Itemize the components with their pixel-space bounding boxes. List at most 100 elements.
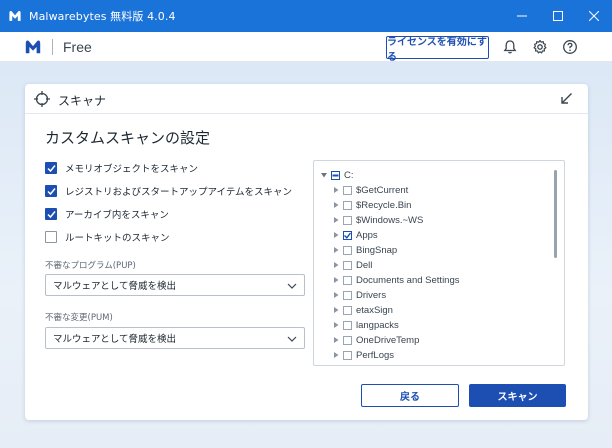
- window-titlebar: Malwarebytes 無料版 4.0.4: [0, 0, 612, 32]
- malwarebytes-logo-icon: [25, 40, 41, 53]
- pum-select[interactable]: マルウェアとして脅威を検出: [45, 327, 305, 349]
- tree-item-label: OneDriveTemp: [356, 334, 420, 346]
- tree-folder-row[interactable]: PerfLogs: [332, 348, 394, 362]
- folder-checkbox[interactable]: [343, 350, 352, 360]
- chevron-down-icon: [287, 283, 297, 289]
- folder-checkbox[interactable]: [343, 200, 352, 210]
- tree-folder-row[interactable]: etaxSign: [332, 303, 393, 317]
- collapsed-arrow-icon[interactable]: [332, 216, 340, 224]
- collapsed-arrow-icon[interactable]: [332, 336, 340, 344]
- folder-checkbox[interactable]: [343, 260, 352, 270]
- tree-scrollbar-thumb[interactable]: [554, 170, 557, 258]
- checkmark-icon: [46, 187, 56, 195]
- folder-checkbox[interactable]: [343, 320, 352, 330]
- crosshair-icon: [34, 91, 50, 107]
- folder-checkbox[interactable]: [343, 215, 352, 225]
- activate-license-button[interactable]: ライセンスを有効にする: [386, 36, 489, 63]
- collapse-arrow-icon[interactable]: [560, 92, 573, 105]
- maximize-button[interactable]: [540, 0, 576, 32]
- folder-checkbox[interactable]: [343, 245, 352, 255]
- folder-checkbox[interactable]: [343, 230, 352, 240]
- folder-checkbox[interactable]: [343, 290, 352, 300]
- tree-folder-row[interactable]: Dell: [332, 258, 372, 272]
- checkbox[interactable]: [45, 231, 57, 243]
- collapsed-arrow-icon[interactable]: [332, 276, 340, 284]
- checkmark-icon: [46, 210, 56, 218]
- pum-label: 不審な変更(PUM): [45, 313, 113, 323]
- option-rootkits[interactable]: ルートキットのスキャン: [45, 229, 170, 245]
- option-registry-startup[interactable]: レジストリおよびスタートアップアイテムをスキャン: [45, 183, 292, 199]
- minimize-button[interactable]: [504, 0, 540, 32]
- pup-select-value: マルウェアとして脅威を検出: [53, 281, 177, 292]
- tree-folder-row[interactable]: Documents and Settings: [332, 273, 460, 287]
- tree-item-label: Documents and Settings: [356, 274, 460, 286]
- folder-checkbox[interactable]: [343, 335, 352, 345]
- tree-item-label: $Recycle.Bin: [356, 199, 412, 211]
- gear-icon[interactable]: [532, 39, 548, 55]
- option-label: メモリオブジェクトをスキャン: [65, 164, 199, 175]
- edition-label: Free: [63, 38, 92, 55]
- collapsed-arrow-icon[interactable]: [332, 186, 340, 194]
- tree-item-label: Dell: [356, 259, 373, 271]
- tree-root-row[interactable]: C:: [320, 168, 354, 182]
- custom-scan-card: スキャナ カスタムスキャンの設定 メモリオブジェクトをスキャン レジストリおよび…: [25, 84, 588, 420]
- collapsed-arrow-icon[interactable]: [332, 261, 340, 269]
- collapsed-arrow-icon[interactable]: [332, 231, 340, 239]
- folder-checkbox[interactable]: [343, 185, 352, 195]
- option-label: アーカイブ内をスキャン: [65, 210, 169, 221]
- tree-item-label: BingSnap: [356, 244, 398, 256]
- tree-item-label: langpacks: [356, 319, 399, 331]
- option-archives[interactable]: アーカイブ内をスキャン: [45, 206, 169, 222]
- collapsed-arrow-icon[interactable]: [332, 321, 340, 329]
- card-header: スキャナ: [25, 84, 588, 114]
- folder-checkbox[interactable]: [343, 275, 352, 285]
- card-title: スキャナ: [58, 94, 107, 108]
- pup-select[interactable]: マルウェアとして脅威を検出: [45, 274, 305, 296]
- close-icon: [589, 11, 599, 21]
- tree-folder-row[interactable]: langpacks: [332, 318, 399, 332]
- option-memory-objects[interactable]: メモリオブジェクトをスキャン: [45, 160, 198, 176]
- folder-tree[interactable]: C: $GetCurrent $Recycle.Bin $Windows.~WS Ap…: [313, 160, 565, 366]
- tree-folder-row[interactable]: $GetCurrent: [332, 183, 408, 197]
- tree-folder-row[interactable]: BingSnap: [332, 243, 397, 257]
- expanded-arrow-icon[interactable]: [320, 171, 328, 179]
- checkbox[interactable]: [45, 208, 57, 220]
- window-controls: [504, 0, 612, 32]
- collapsed-arrow-icon[interactable]: [332, 351, 340, 359]
- pum-select-value: マルウェアとして脅威を検出: [53, 334, 177, 345]
- malwarebytes-logo-icon: [9, 10, 21, 21]
- tree-item-label: C:: [344, 169, 354, 181]
- bell-icon[interactable]: [502, 39, 518, 55]
- brand-divider: [52, 38, 53, 55]
- collapsed-arrow-icon[interactable]: [332, 246, 340, 254]
- tree-folder-row[interactable]: OneDriveTemp: [332, 333, 419, 347]
- folder-checkbox[interactable]: [343, 305, 352, 315]
- help-icon[interactable]: [562, 39, 578, 55]
- pup-label: 不審なプログラム(PUP): [45, 261, 136, 271]
- tree-item-label: $Windows.~WS: [356, 214, 424, 226]
- tree-item-label: $GetCurrent: [356, 184, 409, 196]
- scan-button[interactable]: スキャン: [469, 384, 566, 407]
- page-title: カスタムスキャンの設定: [45, 129, 211, 147]
- collapsed-arrow-icon[interactable]: [332, 201, 340, 209]
- tree-folder-row[interactable]: Apps: [332, 228, 378, 242]
- collapsed-arrow-icon[interactable]: [332, 306, 340, 314]
- collapsed-arrow-icon[interactable]: [332, 291, 340, 299]
- back-button[interactable]: 戻る: [361, 384, 459, 407]
- tree-folder-row[interactable]: $Windows.~WS: [332, 213, 423, 227]
- tree-item-label: Drivers: [356, 289, 387, 301]
- app-header: Free ライセンスを有効にする: [0, 32, 612, 63]
- partial-checkbox[interactable]: [331, 170, 340, 180]
- partial-check-icon: [332, 174, 339, 176]
- tree-folder-row[interactable]: Drivers: [332, 288, 386, 302]
- window-title: Malwarebytes 無料版 4.0.4: [29, 10, 176, 23]
- checkmark-icon: [46, 164, 56, 172]
- minimize-icon: [517, 15, 527, 17]
- checkbox[interactable]: [45, 162, 57, 174]
- tree-item-label: Apps: [356, 229, 378, 241]
- tree-folder-row[interactable]: $Recycle.Bin: [332, 198, 411, 212]
- checkbox[interactable]: [45, 185, 57, 197]
- maximize-icon: [553, 11, 563, 21]
- close-button[interactable]: [576, 0, 612, 32]
- chevron-down-icon: [287, 336, 297, 342]
